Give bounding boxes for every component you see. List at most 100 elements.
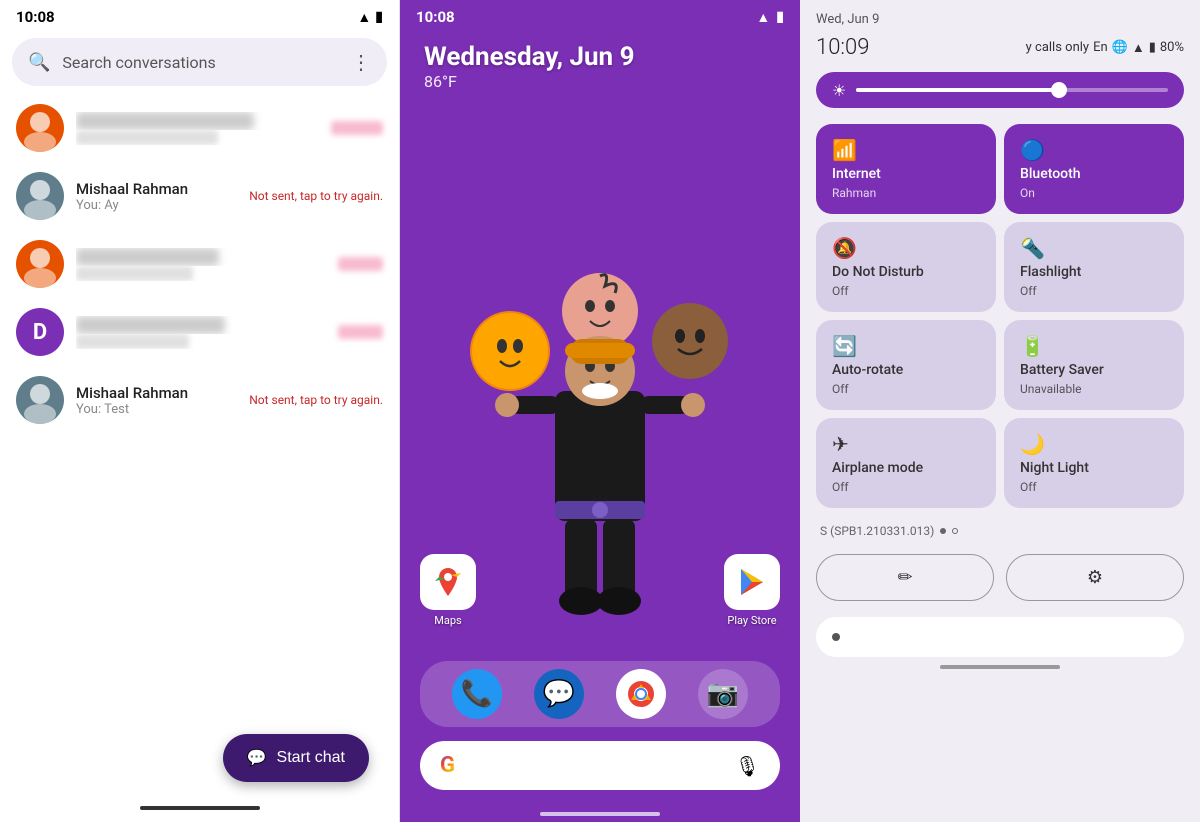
qs-status-bar: 10:09 y calls only En 🌐 ▲ ▮ 80% xyxy=(800,31,1200,64)
phone-dock-icon[interactable]: 📞 xyxy=(452,669,502,719)
more-options-icon[interactable]: ⋮ xyxy=(351,50,371,74)
flashlight-tile-sublabel: Off xyxy=(1020,284,1168,298)
flashlight-tile[interactable]: 🔦 Flashlight Off xyxy=(1004,222,1184,312)
airplane-tile[interactable]: ✈ Airplane mode Off xyxy=(816,418,996,508)
conv-error: Not sent, tap to try again. xyxy=(249,393,383,407)
conversation-item[interactable]: D Abdul Rahman blurred blurred text prev… xyxy=(0,298,399,366)
conv-meta: error msg xyxy=(331,121,383,135)
autorotate-tile-label: Auto-rotate xyxy=(832,362,980,378)
build-label: S (SPB1.210331.013) xyxy=(820,524,934,538)
playstore-icon xyxy=(724,554,780,610)
start-chat-button[interactable]: 💬 Start chat xyxy=(223,734,369,782)
brightness-slider[interactable]: ☀ xyxy=(816,72,1184,108)
nightlight-tile-label: Night Light xyxy=(1020,460,1168,476)
qs-network-icon: 🌐 xyxy=(1112,40,1128,55)
qs-status-icons: y calls only En 🌐 ▲ ▮ 80% xyxy=(1026,40,1184,56)
start-chat-label: Start chat xyxy=(277,749,345,767)
qs-wifi-icon: ▲ xyxy=(1132,40,1145,56)
google-assistant-icon: 🎙 xyxy=(735,754,760,778)
status-bar: 10:08 ▲ ▮ xyxy=(0,0,399,34)
conv-error: Not sent, tap to try again. xyxy=(249,189,383,203)
battery-saver-tile-label: Battery Saver xyxy=(1020,362,1168,378)
airplane-tile-sublabel: Off xyxy=(832,480,980,494)
nightlight-tile-sublabel: Off xyxy=(1020,480,1168,494)
conv-name: Mishaal Rahman xyxy=(76,180,237,198)
conversation-item[interactable]: Blurred Name Here Longer You: blurred pr… xyxy=(0,94,399,162)
status-time: 10:08 xyxy=(16,8,55,26)
qs-language: En xyxy=(1093,40,1108,55)
conversation-list: Blurred Name Here Longer You: blurred pr… xyxy=(0,94,399,822)
quick-settings-panel: Wed, Jun 9 10:09 y calls only En 🌐 ▲ ▮ 8… xyxy=(800,0,1200,822)
conv-meta: Not sent, tap to try again. xyxy=(249,189,383,203)
conversation-item[interactable]: Mishaal Rahman You: Ay Not sent, tap to … xyxy=(0,162,399,230)
messages-dock-icon[interactable]: 💬 xyxy=(534,669,584,719)
status-icons: ▲ ▮ xyxy=(357,9,383,26)
home-indicator xyxy=(140,806,260,810)
internet-tile[interactable]: 📶 Internet Rahman xyxy=(816,124,996,214)
edit-button[interactable]: ✏ xyxy=(816,554,994,601)
conv-content: Blurred Person Name You: blurred preview xyxy=(76,248,326,281)
home-panel: 10:08 ▲ ▮ Wednesday, Jun 9 86°F xyxy=(400,0,800,822)
search-icon: 🔍 xyxy=(28,52,50,73)
conv-meta: Not sent xyxy=(338,325,383,339)
maps-label: Maps xyxy=(434,614,461,627)
dnd-tile-label: Do Not Disturb xyxy=(832,264,980,280)
bluetooth-tile-icon: 🔵 xyxy=(1020,138,1168,162)
home-date: Wednesday, Jun 9 xyxy=(424,42,776,72)
autorotate-tile-icon: 🔄 xyxy=(832,334,980,358)
maps-icon xyxy=(420,554,476,610)
airplane-tile-icon: ✈ xyxy=(832,432,980,456)
battery-saver-tile[interactable]: 🔋 Battery Saver Unavailable xyxy=(1004,320,1184,410)
chrome-dock-icon[interactable] xyxy=(616,669,666,719)
bluetooth-tile-sublabel: On xyxy=(1020,186,1168,200)
playstore-app[interactable]: Play Store xyxy=(724,554,780,627)
edit-icon: ✏ xyxy=(897,567,912,588)
brightness-thumb xyxy=(1051,82,1067,98)
conversation-item[interactable]: Mishaal Rahman You: Test Not sent, tap t… xyxy=(0,366,399,434)
conversation-item[interactable]: Blurred Person Name You: blurred preview… xyxy=(0,230,399,298)
playstore-label: Play Store xyxy=(727,614,776,627)
bluetooth-tile[interactable]: 🔵 Bluetooth On xyxy=(1004,124,1184,214)
nightlight-tile[interactable]: 🌙 Night Light Off xyxy=(1004,418,1184,508)
nightlight-tile-icon: 🌙 xyxy=(1020,432,1168,456)
inactive-dot xyxy=(952,528,958,534)
avatar xyxy=(16,240,64,288)
battery-saver-tile-icon: 🔋 xyxy=(1020,334,1168,358)
conv-preview: You: Ay xyxy=(76,198,237,213)
brightness-track xyxy=(856,88,1168,92)
home-date-area: Wednesday, Jun 9 86°F xyxy=(400,34,800,99)
avatar: D xyxy=(16,308,64,356)
conv-name: Blurred Name Here Longer xyxy=(76,112,319,130)
avatar xyxy=(16,172,64,220)
conv-content: Abdul Rahman blurred blurred text previe… xyxy=(76,316,326,349)
conv-content: Mishaal Rahman You: Ay xyxy=(76,180,237,213)
conv-content: Blurred Name Here Longer You: blurred pr… xyxy=(76,112,319,145)
qs-battery-pct: 80% xyxy=(1160,40,1184,55)
qs-calls-status: y calls only xyxy=(1026,40,1089,55)
autorotate-tile-sublabel: Off xyxy=(832,382,980,396)
dnd-tile[interactable]: 🔕 Do Not Disturb Off xyxy=(816,222,996,312)
google-search-bar[interactable]: G 🎙 xyxy=(420,741,780,790)
conv-error: Not sent xyxy=(338,325,383,339)
maps-app[interactable]: Maps xyxy=(420,554,476,627)
home-weather: 86°F xyxy=(424,72,776,91)
settings-button[interactable]: ⚙ xyxy=(1006,554,1184,601)
autorotate-tile[interactable]: 🔄 Auto-rotate Off xyxy=(816,320,996,410)
conv-meta: Not sent, tap to try again. xyxy=(249,393,383,407)
search-bar[interactable]: 🔍 Search conversations ⋮ xyxy=(12,38,387,86)
chat-icon: 💬 xyxy=(247,748,267,768)
home-status-bar: 10:08 ▲ ▮ xyxy=(400,0,800,34)
search-placeholder: Search conversations xyxy=(62,53,339,72)
wifi-icon: ▲ xyxy=(357,9,371,26)
conv-preview: You: Test xyxy=(76,402,237,417)
messages-panel: 10:08 ▲ ▮ 🔍 Search conversations ⋮ Blurr… xyxy=(0,0,400,822)
brightness-fill xyxy=(856,88,1059,92)
home-wifi-icon: ▲ xyxy=(756,9,770,26)
qs-date: Wed, Jun 9 xyxy=(816,12,1184,27)
camera-dock-icon[interactable]: 📷 xyxy=(698,669,748,719)
conv-name: Mishaal Rahman xyxy=(76,384,237,402)
dock: 📞 💬 📷 xyxy=(420,661,780,727)
conv-meta: Not sent xyxy=(338,257,383,271)
avatar xyxy=(16,104,64,152)
dnd-tile-sublabel: Off xyxy=(832,284,980,298)
